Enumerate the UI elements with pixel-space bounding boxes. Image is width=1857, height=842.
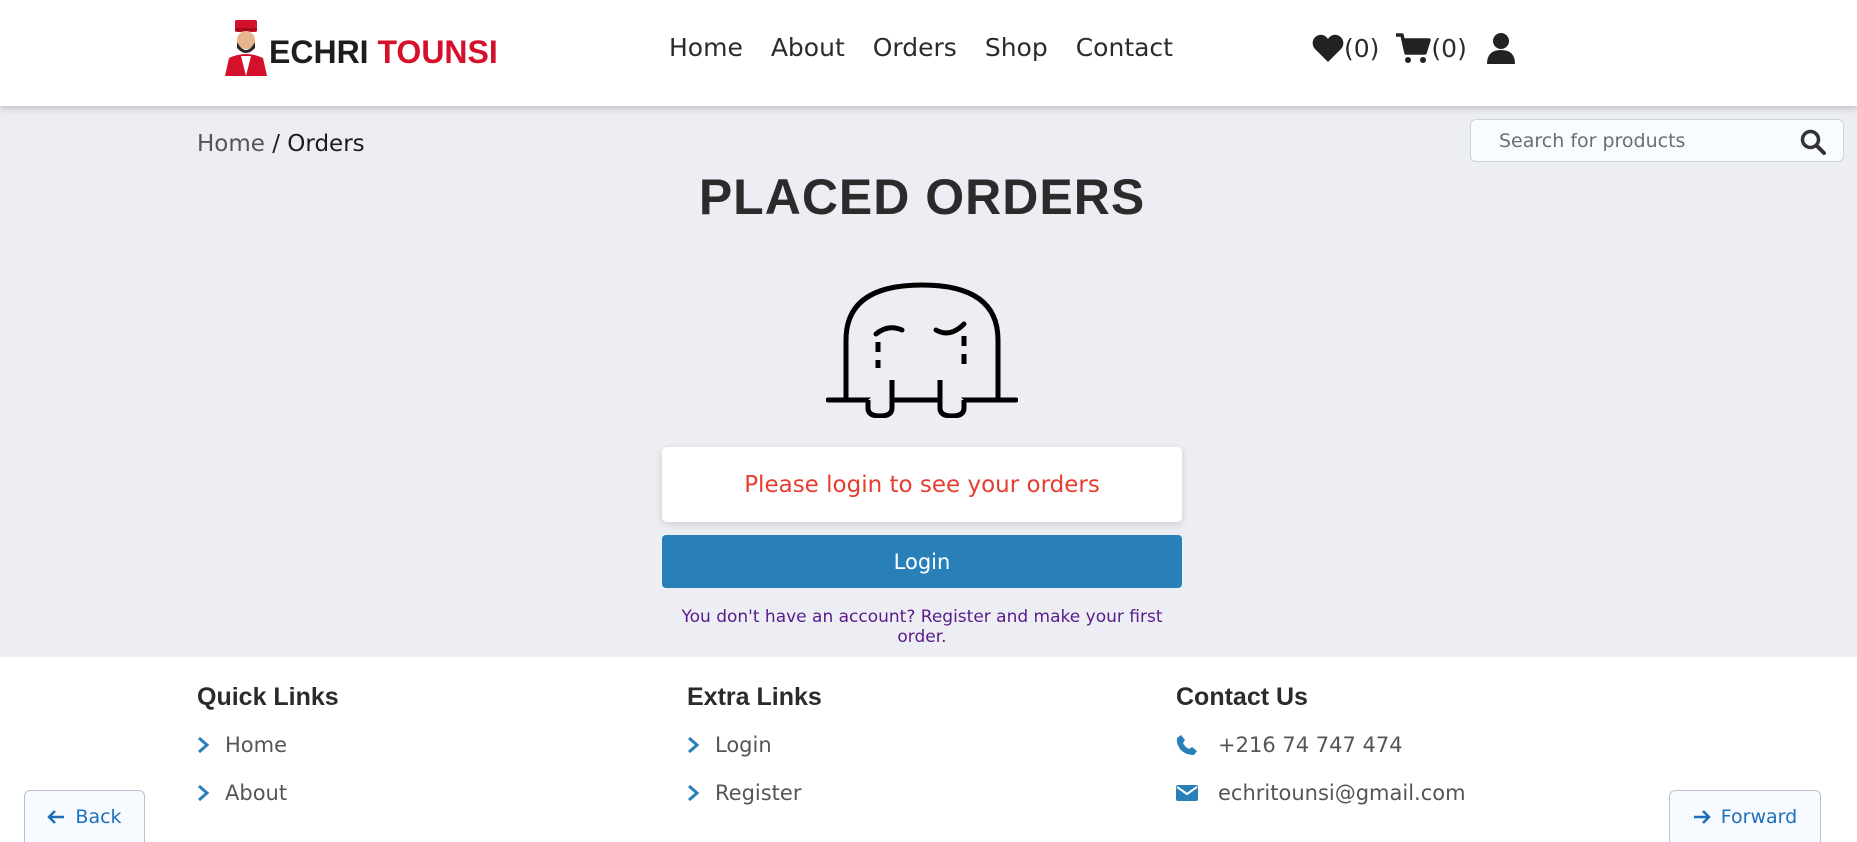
footer-link-label: Login [715,733,772,757]
footer-phone[interactable]: +216 74 747 474 [1176,730,1466,760]
nav-orders[interactable]: Orders [873,30,957,66]
footer-link-label: Home [225,733,288,757]
footer-link-home[interactable]: Home [197,730,339,760]
footer-link-about[interactable]: About [197,778,339,808]
back-label: Back [75,805,122,828]
chevron-right-icon [688,736,699,754]
footer-extra-links: Extra Links Login Register [687,683,822,826]
login-button[interactable]: Login [662,535,1182,588]
chechia-man-logo-icon [225,20,267,76]
search-input[interactable] [1499,128,1789,154]
footer-link-label: Register [715,781,802,805]
forward-label: Forward [1720,805,1798,828]
brand-logo[interactable]: ECHRI TOUNSI [221,18,498,76]
chevron-right-icon [198,736,209,754]
main-nav: Home About Orders Shop Contact [669,30,1201,66]
cart-count: (0) [1431,33,1467,63]
footer-email-address: echritounsi@gmail.com [1218,781,1466,805]
search-icon[interactable] [1799,128,1827,156]
back-button[interactable]: Back [24,790,145,842]
nav-shop[interactable]: Shop [985,30,1048,66]
footer-phone-number: +216 74 747 474 [1218,733,1403,757]
footer-contact: Contact Us +216 74 747 474 echritounsi@g… [1176,683,1466,826]
register-link[interactable]: You don't have an account? Register and … [662,607,1182,647]
heart-icon [1312,34,1344,62]
breadcrumb: Home / Orders [197,131,365,157]
site-header: ECHRI TOUNSI Home About Orders Shop Cont… [0,0,1857,106]
footer-quick-links: Quick Links Home About [197,683,339,826]
brand-name-part2: TOUNSI [377,33,498,70]
breadcrumb-home[interactable]: Home [197,131,265,157]
chevron-right-icon [198,784,209,802]
footer-link-login[interactable]: Login [687,730,822,760]
chevron-right-icon [688,784,699,802]
footer-contact-title: Contact Us [1176,683,1308,711]
wishlist-count: (0) [1344,33,1380,63]
footer-link-register[interactable]: Register [687,778,822,808]
nav-contact[interactable]: Contact [1076,30,1173,66]
login-required-message: Please login to see your orders [662,447,1182,522]
footer-extra-links-title: Extra Links [687,683,822,711]
arrow-right-icon [1693,809,1711,824]
brand-name-part1: ECHRI [269,33,378,70]
phone-icon [1176,735,1197,755]
breadcrumb-separator: / [264,131,288,157]
footer-link-label: About [225,781,288,805]
user-icon[interactable] [1486,32,1515,64]
cart-icon [1396,33,1432,63]
site-footer: Quick Links Home About Extra Links Login… [0,657,1857,842]
product-search [1470,119,1844,162]
arrow-left-icon [47,809,65,824]
nav-home[interactable]: Home [669,30,743,66]
header-actions: (0) (0) [1312,28,1515,68]
page-title: PLACED ORDERS [698,169,1146,225]
cart-button[interactable]: (0) [1395,32,1467,64]
forward-button[interactable]: Forward [1669,790,1821,842]
sad-ghost-icon [826,282,1018,418]
wishlist-button[interactable]: (0) [1312,33,1379,63]
brand-name: ECHRI TOUNSI [269,34,498,71]
footer-email[interactable]: echritounsi@gmail.com [1176,778,1466,808]
nav-about[interactable]: About [771,30,845,66]
breadcrumb-current: Orders [287,131,365,157]
envelope-icon [1176,785,1198,801]
footer-quick-links-title: Quick Links [197,683,339,711]
